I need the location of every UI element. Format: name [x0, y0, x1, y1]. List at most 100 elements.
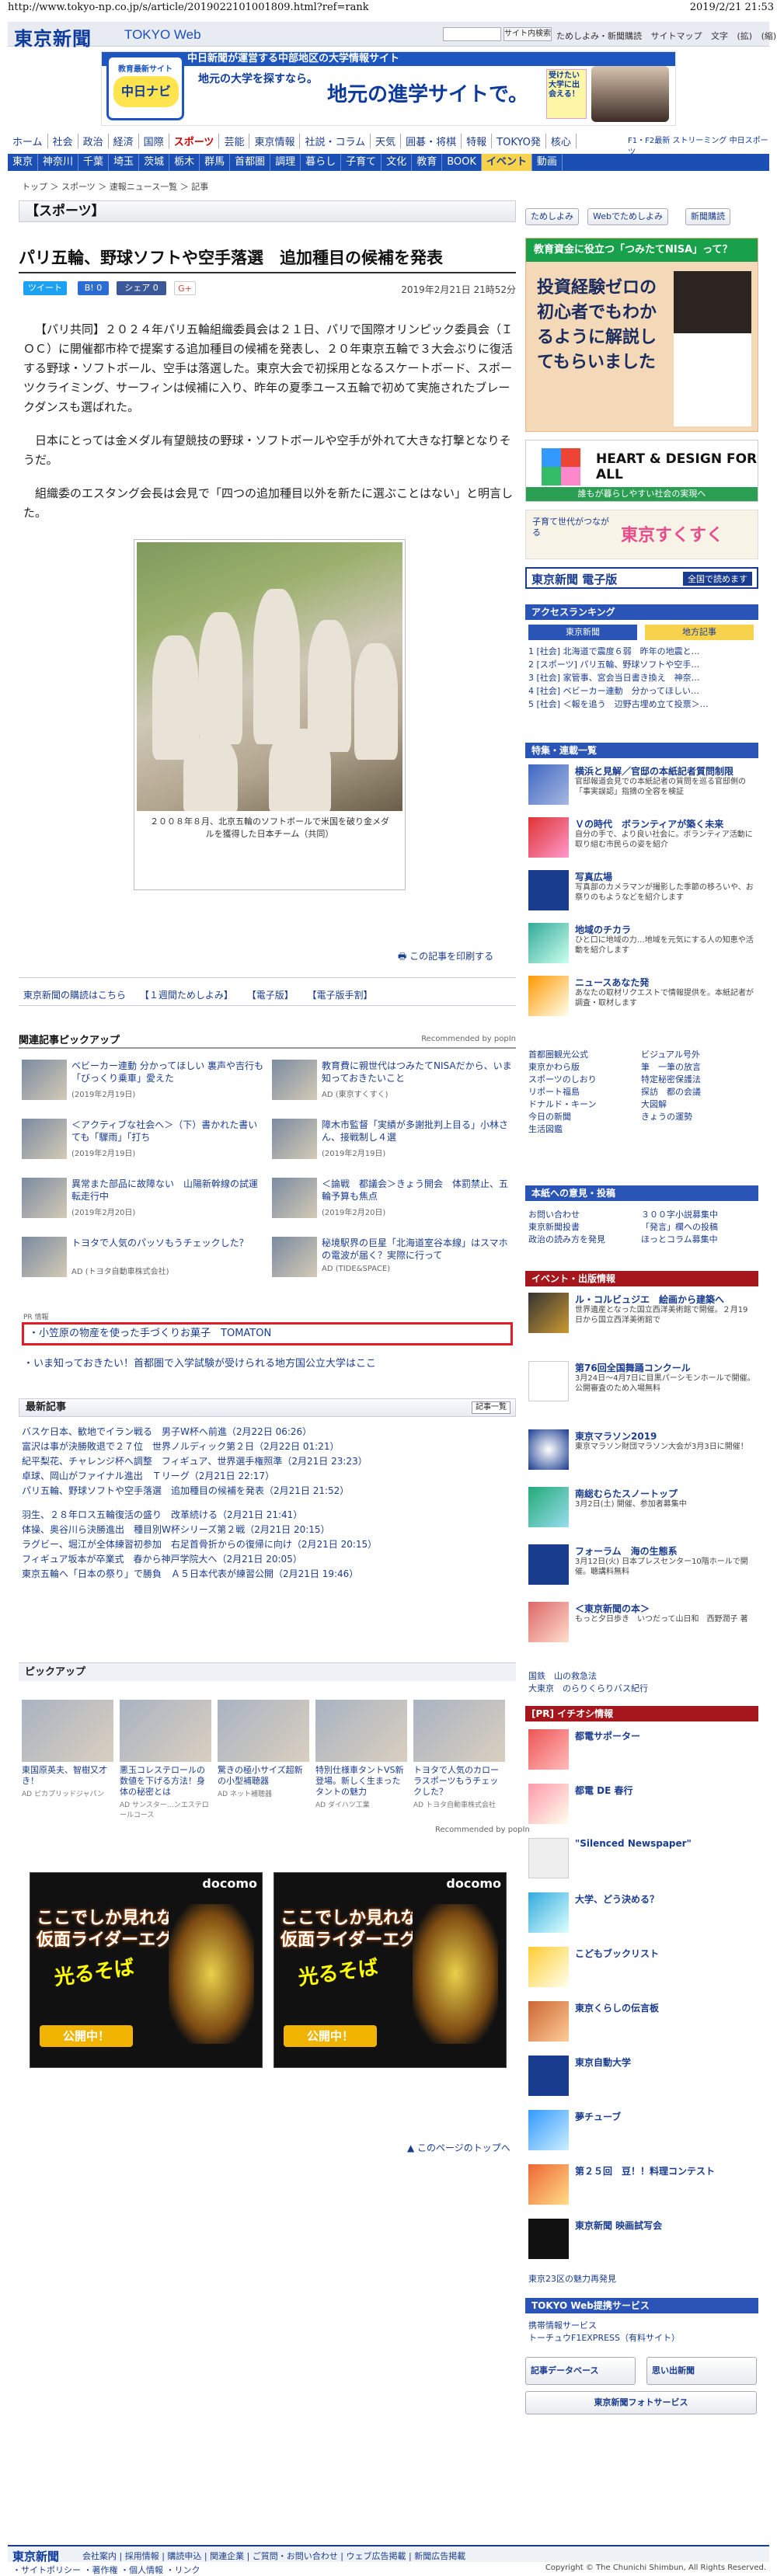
nav-special[interactable]: 特報 [462, 134, 493, 148]
footer-link[interactable]: ご質問・お問い合わせ [253, 2551, 338, 2561]
nav-kakushin[interactable]: 核心 [546, 134, 577, 148]
nav-weather[interactable]: 天気 [371, 134, 402, 148]
site-search-input[interactable] [443, 27, 501, 41]
nav-tokyo-info[interactable]: 東京情報 [249, 134, 301, 148]
trial-link[interactable]: 【１週間ためしよみ】 [140, 990, 233, 1001]
opinion-link[interactable]: 政治の読み方を発見 [528, 1234, 641, 1246]
related-title[interactable]: トヨタで人気のパッソもうチェックした？ [71, 1237, 266, 1249]
pr-item[interactable]: 都電 DE 春行 [528, 1784, 755, 1830]
ranking-item[interactable]: 4 [社会] ベビーカー連動 分かってほしい… [528, 684, 755, 698]
related-title[interactable]: 障木市監督「実績が多謝批判上目る」小林さん、接戦制し４選 [322, 1119, 516, 1144]
memory-paper-button[interactable]: 思い出新聞 [646, 2357, 757, 2385]
feature-item[interactable]: ニュースあなた発 あなたの取材リクエストで情報提供を。本紙記者が調査・取材します [528, 976, 755, 1022]
photo-service-button[interactable]: 東京新聞フォトサービス [525, 2391, 757, 2414]
related-item[interactable]: ベビーカー連動 分かってほしい 裏声や吉行も「びっくり乗車」愛えた (2019年2… [22, 1060, 267, 1109]
region-nav-item[interactable]: 暮らし [301, 154, 342, 171]
related-title[interactable]: 秘境駅界の巨星「北海道室谷本線」はスマホの電波が届く？実際に行って [322, 1237, 516, 1262]
digital-edition-banner[interactable]: 東京新聞 電子版 全国で読めます [525, 567, 758, 589]
pr-item[interactable]: 都電サポーター [528, 1729, 755, 1776]
news-item[interactable]: バスケ日本、歓地でイラン戦る 男子W杯へ前進（2月22日 06:26） [22, 1425, 516, 1439]
event-item[interactable]: フォーラム 海の生態系 3月12日(火) 日本プレスセンター10階ホールで開催。聴… [528, 1544, 755, 1591]
opinion-link[interactable]: 東京新聞投書 [528, 1221, 641, 1234]
web-service-link[interactable]: トーチュウF1EXPRESS（有料サイト） [528, 2332, 755, 2345]
feature-title[interactable]: 横浜と見解／官邸の本紙記者質問制限 [575, 764, 733, 778]
pr-item[interactable]: 東京新聞 映画試写会 [528, 2219, 755, 2265]
service-link[interactable]: リポート福島 [528, 1086, 641, 1098]
opinion-link[interactable]: ほっとコラム募集中 [641, 1234, 754, 1246]
service-link[interactable]: スポーツのしおり [528, 1074, 641, 1086]
print-article-link[interactable]: 🖶 この記事を印刷する [398, 949, 493, 966]
rank-tab-local[interactable]: 地方記事 [645, 625, 754, 640]
pr-title[interactable]: 夢チューブ [575, 2110, 621, 2123]
feature-item[interactable]: 写真広場 写真部のカメラマンが撮影した季節の移ろいや、お祭りのもようなどを紹介しま… [528, 870, 755, 917]
pr-title[interactable]: "Silenced Newspaper" [575, 1838, 692, 1849]
pr-link-second-text[interactable]: いま知っておきたい！首都圏で入学試験が受けられる地方国公立大学はここ [33, 1358, 376, 1370]
nav-go-shogi[interactable]: 囲碁・将棋 [401, 134, 462, 148]
event-title[interactable]: フォーラム 海の生態系 [575, 1544, 678, 1558]
news-list-button[interactable]: 記事一覧 [472, 1401, 510, 1414]
pr-item[interactable]: 大学、どう決める？ [528, 1892, 755, 1939]
nav-entertainment[interactable]: 芸能 [219, 134, 250, 148]
news-item[interactable]: 羽生、２８年ロス五輪復活の盛り 改革続ける（2月21日 21:41） [22, 1508, 516, 1523]
event-title[interactable]: ＜東京新聞の本＞ [575, 1602, 650, 1615]
pickup-item[interactable]: トヨタで人気のカローラスポーツもうチェックした？ AD トヨタ自動車株式会社 [413, 1700, 505, 1809]
pr-title[interactable]: 第２５回 豆！！料理コンテスト [575, 2164, 715, 2177]
pr-title[interactable]: こどもブックリスト [575, 1947, 659, 1960]
service-link[interactable]: 筆 一筆の放言 [641, 1061, 754, 1074]
footer-logo[interactable]: 東京新聞 [12, 2548, 59, 2564]
region-nav-item[interactable]: 埼玉 [109, 154, 140, 171]
misc-link[interactable]: 国鉄 山の救急法 [528, 1670, 755, 1683]
heart-design-ad[interactable]: HEART & DESIGN FOR ALL 誰もが暮らしやすい社会の実現へ [525, 440, 758, 502]
nav-politics[interactable]: 政治 [78, 134, 109, 148]
nisa-ad[interactable]: 教育資金に役立つ「つみたてNISA」って？ 投資経験ゼロの初心者でもわかるように… [525, 238, 758, 432]
digital-discount-link[interactable]: 【電子版手割】 [308, 990, 373, 1001]
related-item[interactable]: ＜論戦 都議会＞きょう開会 体罰禁止、五輪予算も焦点 (2019年2月20日) [272, 1178, 517, 1227]
related-item[interactable]: 異常また部品に故障ない 山陽新幹線の試運転走行中 (2019年2月20日) [22, 1178, 267, 1227]
digital-link[interactable]: 【電子版】 [247, 990, 294, 1001]
pr-title[interactable]: 東京自動大学 [575, 2056, 631, 2069]
pr-title[interactable]: 大学、どう決める？ [575, 1892, 659, 1906]
pr-item[interactable]: 東京自動大学 [528, 2056, 755, 2102]
nav-tokyo-hatsu[interactable]: TOKYO発 [492, 134, 546, 148]
footer-link[interactable]: 関連企業 [210, 2551, 244, 2561]
nav-international[interactable]: 国際 [139, 134, 169, 148]
event-item[interactable]: ＜東京新聞の本＞ もっと夕日歩き いつだって山日和 西野潤子 著 [528, 1602, 755, 1648]
event-title[interactable]: 東京マラソン2019 [575, 1429, 657, 1443]
pickup-item[interactable]: 東国原英夫、智樹又才き！ AD ピカプリッドジャパン [22, 1700, 113, 1801]
related-item[interactable]: トヨタで人気のパッソもうチェックした？ AD (トヨタ自動車株式会社) [22, 1237, 267, 1286]
feature-title[interactable]: 地域のチカラ [575, 923, 631, 936]
feature-item[interactable]: 横浜と見解／官邸の本紙記者質問制限 官邸報道会見での本紙記者の質問を巡る官邸側の「… [528, 764, 755, 811]
related-item[interactable]: 教育費に親世代はつみたてNISAだから、いま知っておきたいこと AD (東京すくす… [272, 1060, 517, 1109]
service-link[interactable]: ドナルド・キーン [528, 1098, 641, 1111]
pickup-title[interactable]: 東国原英夫、智樹又才き！ [22, 1765, 113, 1787]
site-search-button[interactable]: サイト内検索 [503, 27, 552, 41]
region-nav-item[interactable]: 子育て [341, 154, 382, 171]
facebook-share-button[interactable]: シェア 0 [117, 281, 166, 295]
subscribe-button[interactable]: 新聞購読 [685, 208, 730, 225]
kamen-rider-ad[interactable]: docomo ここでしか見れない 仮面ライダーエグゼイド！ 光るそば 公開中！ [274, 1872, 507, 2068]
region-nav-item[interactable]: 首都圏 [230, 154, 271, 171]
footer-link[interactable]: 個人情報 [129, 2565, 163, 2575]
news-item[interactable]: フィギュア坂本が卒業式 春から神戸学院大へ（2月21日 20:05） [22, 1552, 516, 1567]
news-item[interactable]: 体操、奥谷川ら決勝進出 種目別W杯シリーズ第２戦（2月21日 20:15） [22, 1523, 516, 1537]
region-nav-item[interactable]: 教育 [412, 154, 443, 171]
related-title[interactable]: 教育費に親世代はつみたてNISAだから、いま知っておきたいこと [322, 1060, 516, 1084]
pr-title[interactable]: 都電 DE 春行 [575, 1784, 633, 1797]
event-item[interactable]: 第76回全国舞踊コンクール 3月24日〜4月7日に目黒パーシモンホールで開催。公開… [528, 1361, 755, 1408]
header-link-subscribe[interactable]: ためしよみ・新聞購読 [556, 31, 642, 41]
region-nav-video[interactable]: 動画 [532, 154, 563, 171]
pr-link-second[interactable]: ・いま知っておきたい！首都圏で入学試験が受けられる地方国公立大学はここ [23, 1355, 376, 1370]
page-top-link[interactable]: ▲ このページのトップへ [407, 2141, 510, 2154]
pickup-title[interactable]: 悪玉コレステロールの数値を下げる方法！身体の秘密とは [120, 1765, 211, 1798]
pr-link-text[interactable]: 小笠原の物産を使った手づくりお菓子 TOMATON [39, 1328, 271, 1339]
pr-item[interactable]: こどもブックリスト [528, 1947, 755, 1993]
footer-link[interactable]: ウェブ広告掲載 [347, 2551, 406, 2561]
gplus-button[interactable]: G+ [174, 281, 196, 295]
tweet-button[interactable]: ツイート [23, 281, 67, 295]
top-banner-ad[interactable]: 中日新聞が運営する中部地区の大学情報サイト 教育最新サイト 中日ナビ 地元の大学… [101, 51, 676, 126]
event-title[interactable]: 第76回全国舞踊コンクール [575, 1361, 691, 1374]
nav-right-links[interactable]: F1・F2最新 ストリーミング 中日スポーツ [628, 134, 769, 157]
related-title[interactable]: 異常また部品に故障ない 山陽新幹線の試運転走行中 [71, 1178, 266, 1203]
nav-column[interactable]: 社説・コラム [300, 134, 371, 148]
related-title[interactable]: ＜アクティブな社会へ＞（下）書かれた書いても「驟雨」「打ち [71, 1119, 266, 1144]
